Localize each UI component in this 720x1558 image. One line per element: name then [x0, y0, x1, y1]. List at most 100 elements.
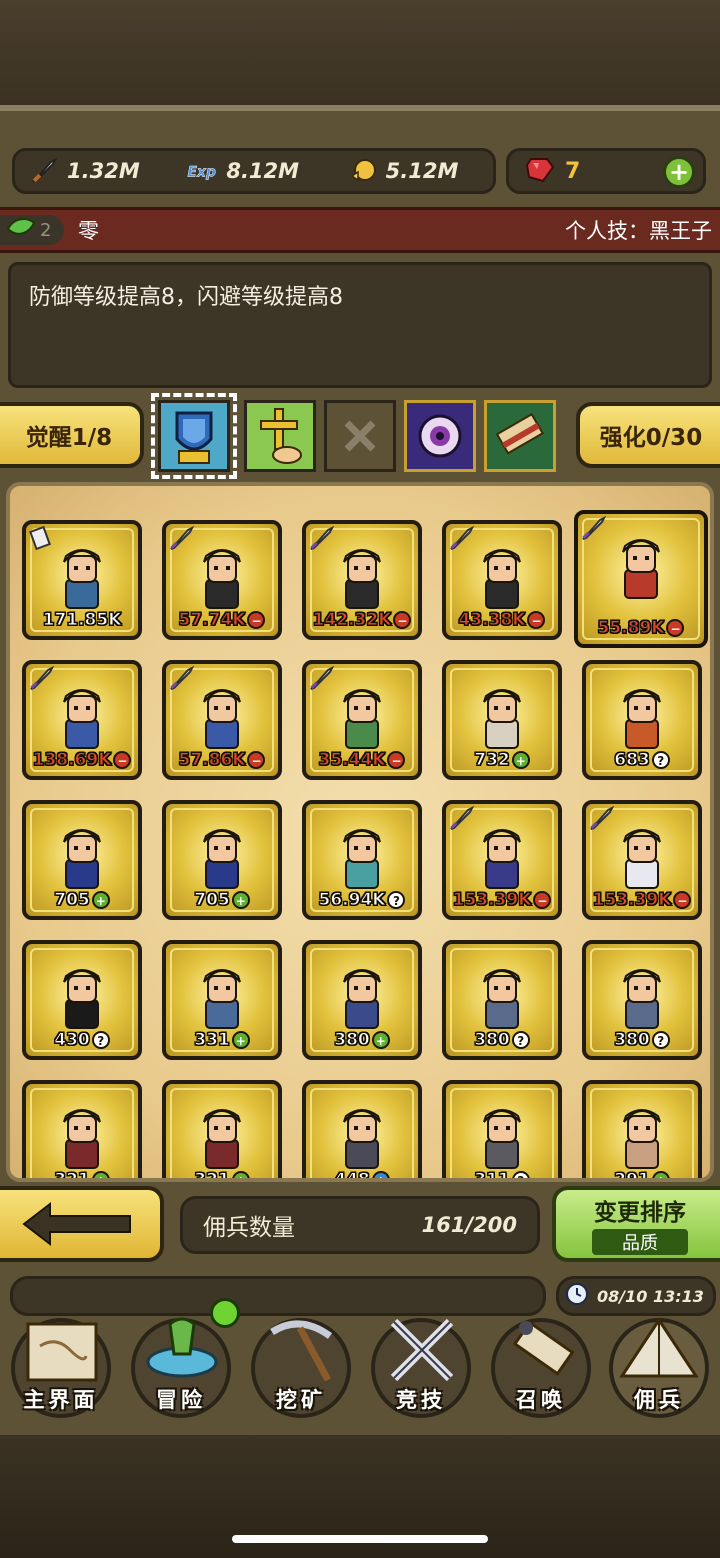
- mercenary-power-value: 153.39K: [592, 890, 672, 911]
- hero-level: 2: [40, 219, 52, 241]
- clock-icon: [565, 1282, 589, 1310]
- mercenary-card[interactable]: 56.94K?: [302, 800, 422, 920]
- hero-name: 零: [78, 219, 99, 243]
- gold-resource: 5.12M: [334, 156, 493, 186]
- mercenary-power: 448 +: [306, 1170, 418, 1178]
- personal-skill-label: 个人技：黑王子: [565, 219, 712, 243]
- minus-badge-icon: −: [527, 611, 546, 629]
- mercenary-count-value: 161/200: [421, 1213, 517, 1237]
- mercenary-card[interactable]: 705 +: [22, 800, 142, 920]
- mercenary-card[interactable]: 380?: [442, 940, 562, 1060]
- mercenary-power: 705 +: [166, 890, 278, 911]
- home-indicator[interactable]: [232, 1535, 488, 1543]
- change-sort-button[interactable]: 变更排序 品质: [552, 1186, 720, 1262]
- mercenary-portrait-icon: [483, 689, 521, 749]
- mercenary-power: 430?: [26, 1030, 138, 1051]
- plus-badge-icon: +: [371, 1031, 390, 1049]
- mercenary-card[interactable]: 153.39K −: [582, 800, 702, 920]
- mercenary-power: 55.89K −: [578, 618, 704, 639]
- mercenary-card[interactable]: 448 +: [302, 1080, 422, 1178]
- mercenary-power: 732 +: [446, 750, 558, 771]
- mercenary-card[interactable]: 57.86K −: [162, 660, 282, 780]
- mercenary-card[interactable]: 380?: [582, 940, 702, 1060]
- back-arrow-icon: [22, 1201, 131, 1247]
- equipped-sword-icon: [30, 666, 54, 690]
- mercenary-power-value: 331: [194, 1030, 230, 1051]
- mercenary-card[interactable]: 291 +: [582, 1080, 702, 1178]
- nav-mining[interactable]: 挖矿: [246, 1310, 356, 1420]
- mercenary-power-value: 35.44K: [318, 750, 386, 771]
- sort-mode-label: 品质: [592, 1229, 688, 1255]
- mercenary-card[interactable]: 311?: [442, 1080, 562, 1178]
- mercenary-power-value: 56.94K: [318, 890, 386, 911]
- mercenary-portrait-icon: [63, 829, 101, 889]
- mercenary-power-value: 321: [194, 1170, 230, 1182]
- mercenary-card[interactable]: 35.44K −: [302, 660, 422, 780]
- mercenary-card[interactable]: 430?: [22, 940, 142, 1060]
- mercenary-power: 380?: [446, 1030, 558, 1051]
- mercenary-roster[interactable]: 171.85K 57.74K −142.32K − 43.38K − 55.89K − 138.…: [6, 482, 714, 1182]
- question-badge-icon: ?: [91, 1031, 110, 1049]
- mercenary-power-value: 153.39K: [452, 890, 532, 911]
- minus-badge-icon: −: [247, 611, 266, 629]
- change-sort-label: 变更排序: [594, 1200, 686, 1226]
- mercenary-card[interactable]: 321 +: [162, 1080, 282, 1182]
- mercenary-power: 380 +: [306, 1030, 418, 1051]
- mercenary-card[interactable]: 57.74K −: [162, 520, 282, 640]
- mercenary-portrait-icon: [343, 969, 381, 1029]
- shield-up-icon: [175, 411, 213, 464]
- enhance-button[interactable]: 强化0/30: [576, 402, 720, 468]
- mercenary-card[interactable]: 142.32K −: [302, 520, 422, 640]
- nav-arena[interactable]: 竞技: [366, 1310, 476, 1420]
- mercenary-power-value: 138.69K: [32, 750, 112, 771]
- mercenary-portrait-icon: [623, 829, 661, 889]
- ruby-icon: [525, 155, 555, 187]
- mercenary-card[interactable]: 171.85K: [22, 520, 142, 640]
- mercenary-card[interactable]: 705 +: [162, 800, 282, 920]
- mercenary-power: 171.85K: [26, 610, 138, 631]
- skill-description-box: 防御等级提高8，闪避等级提高8: [8, 262, 712, 388]
- hands-skill-slot[interactable]: [244, 400, 316, 472]
- gem-value: 7: [565, 158, 581, 184]
- mercenary-card[interactable]: 138.69K −: [22, 660, 142, 780]
- mercenary-portrait-icon: [63, 689, 101, 749]
- mercenary-portrait-icon: [483, 1109, 521, 1169]
- mercenary-card[interactable]: 331 +: [162, 940, 282, 1060]
- mercenary-card[interactable]: 683?: [582, 660, 702, 780]
- shield-up-skill-slot[interactable]: [151, 393, 237, 479]
- plus-badge-icon: +: [91, 891, 110, 909]
- scroll-skill-slot[interactable]: [484, 400, 556, 472]
- nav-main[interactable]: 主界面: [6, 1310, 116, 1420]
- mercenary-power: 153.39K −: [446, 890, 558, 911]
- eye-skill-slot[interactable]: [404, 400, 476, 472]
- mercenary-portrait-icon: [63, 969, 101, 1029]
- mercenary-power-value: 705: [54, 890, 90, 911]
- equipped-sword-icon: [170, 526, 194, 550]
- mercenary-card[interactable]: 55.89K −: [574, 510, 708, 648]
- mercenary-power: 57.86K −: [166, 750, 278, 771]
- question-badge-icon: ?: [387, 891, 406, 909]
- equipped-sword-icon: [310, 526, 334, 550]
- mercenary-card[interactable]: 321 +: [22, 1080, 142, 1178]
- minus-badge-icon: −: [393, 611, 412, 629]
- equipped-sword-icon: [582, 516, 606, 540]
- mercenary-power: 43.38K −: [446, 610, 558, 631]
- crossed-swords-icon: [390, 1318, 454, 1382]
- mercenary-power: 291 +: [586, 1170, 698, 1178]
- mercenary-card[interactable]: 153.39K −: [442, 800, 562, 920]
- nav-summon[interactable]: 召唤: [486, 1310, 596, 1420]
- nav-mercenary[interactable]: 佣兵: [604, 1310, 714, 1420]
- nav-arena-label: 竞技: [396, 1388, 446, 1412]
- mercenary-card[interactable]: 380 +: [302, 940, 422, 1060]
- mercenary-power-value: 171.85K: [42, 610, 122, 631]
- tent-icon: [619, 1317, 699, 1378]
- add-gems-button[interactable]: +: [663, 156, 695, 188]
- minus-badge-icon: −: [673, 891, 692, 909]
- awaken-button[interactable]: 觉醒1/8: [0, 402, 144, 468]
- back-button[interactable]: [0, 1186, 164, 1262]
- mercenary-card[interactable]: 732 +: [442, 660, 562, 780]
- mercenary-card[interactable]: 43.38K −: [442, 520, 562, 640]
- exp-value: 8.12M: [226, 159, 300, 183]
- mercenary-power: 683?: [586, 750, 698, 771]
- svg-text:Exp: Exp: [188, 164, 216, 180]
